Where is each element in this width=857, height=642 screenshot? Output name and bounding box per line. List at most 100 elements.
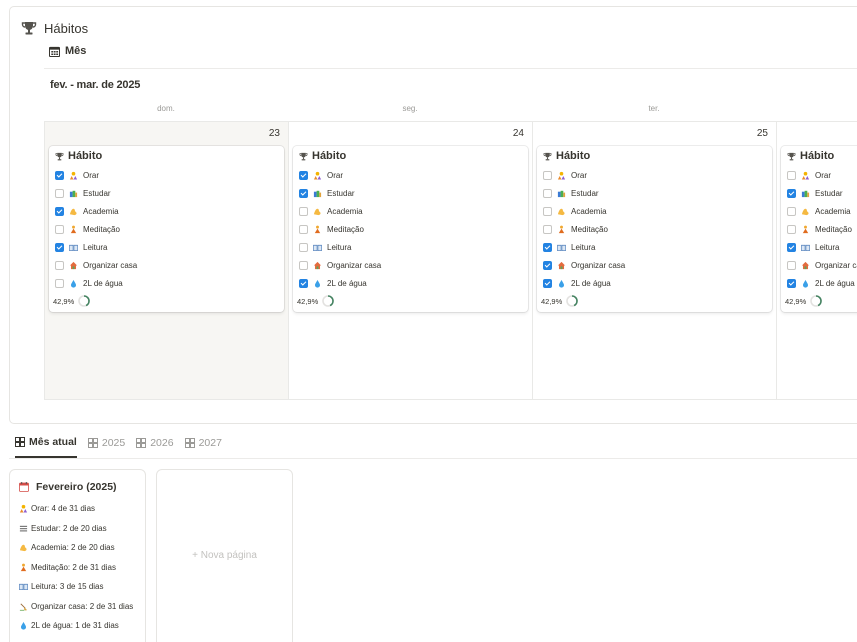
bookshelf-icon bbox=[19, 525, 28, 531]
calendar-month-label: fev. - mar. de 2025 bbox=[50, 79, 141, 91]
gallery-card-month[interactable]: Fevereiro (2025) Orar: 4 de 31 dias Estud… bbox=[9, 469, 146, 642]
habit-checkbox[interactable] bbox=[787, 188, 796, 198]
habit-label: Meditação bbox=[327, 224, 364, 234]
calendar-icon bbox=[49, 46, 60, 57]
habit-checkbox[interactable] bbox=[543, 188, 552, 198]
calendar-day-cell[interactable]: 23 Hábito Orar Estudar Academia Meditação Leit… bbox=[44, 121, 288, 400]
new-page-button[interactable]: + Nova página bbox=[157, 550, 292, 561]
habit-label: Academia bbox=[83, 206, 119, 216]
habit-checkbox[interactable] bbox=[787, 260, 796, 270]
tab-2025[interactable]: 2025 bbox=[87, 436, 126, 458]
tab-mes-atual[interactable]: Mês atual bbox=[15, 436, 77, 458]
habit-row: Estudar bbox=[543, 186, 599, 200]
habit-card-title-text: Hábito bbox=[800, 150, 835, 162]
habit-checkbox[interactable] bbox=[787, 278, 796, 288]
open-book-icon bbox=[69, 244, 78, 251]
habit-checkbox[interactable] bbox=[55, 188, 64, 198]
tab-label: 2026 bbox=[150, 437, 174, 449]
summary-line: Meditação: 2 de 31 dias bbox=[19, 563, 116, 572]
habit-label: Academia bbox=[571, 206, 607, 216]
habit-checkbox[interactable] bbox=[787, 242, 796, 252]
habit-checkbox[interactable] bbox=[55, 170, 64, 180]
new-page-card[interactable]: + Nova página bbox=[156, 469, 293, 642]
tab-label: 2025 bbox=[101, 437, 126, 449]
habit-checkbox[interactable] bbox=[299, 278, 308, 288]
habit-checkbox[interactable] bbox=[787, 170, 796, 180]
gallery-icon bbox=[136, 438, 147, 448]
habit-checkbox[interactable] bbox=[543, 224, 552, 234]
water-drop-icon bbox=[20, 621, 27, 630]
habit-checkbox[interactable] bbox=[299, 206, 308, 216]
habit-checkbox[interactable] bbox=[299, 224, 308, 234]
habit-label: Estudar bbox=[571, 188, 599, 198]
gallery-icon bbox=[15, 437, 25, 447]
habit-row: Orar bbox=[55, 168, 99, 182]
habit-card[interactable]: Hábito Orar Estudar Academia Meditação Leitur… bbox=[49, 146, 284, 312]
broom-icon bbox=[19, 602, 28, 611]
habit-card[interactable]: Hábito Orar Estudar Academia Meditação Leitur… bbox=[293, 146, 528, 312]
habit-checkbox[interactable] bbox=[543, 206, 552, 216]
habit-label: Estudar bbox=[327, 188, 355, 198]
habit-row: Meditação bbox=[55, 222, 120, 236]
summary-line-text: Estudar: 2 de 20 dias bbox=[31, 523, 107, 533]
calendar-day-cell[interactable]: 24 Hábito Orar Estudar Academia Meditação Leit… bbox=[288, 121, 532, 400]
habit-card[interactable]: Hábito Orar Estudar Academia Meditação Leitur… bbox=[537, 146, 772, 312]
habit-checkbox[interactable] bbox=[299, 188, 308, 198]
habit-row: Orar bbox=[299, 168, 343, 182]
habit-row: Academia bbox=[55, 204, 119, 218]
open-book-icon bbox=[557, 244, 566, 251]
calendar-day-cell[interactable]: 25 Hábito Orar Estudar Academia Meditação Leit… bbox=[532, 121, 776, 400]
habit-checkbox[interactable] bbox=[543, 278, 552, 288]
habit-checkbox[interactable] bbox=[787, 206, 796, 216]
summary-line-text: 2L de água: 1 de 31 dias bbox=[31, 621, 119, 630]
habit-checkbox[interactable] bbox=[55, 224, 64, 234]
flexed-biceps-icon bbox=[313, 208, 321, 215]
habit-progress: 42,9% bbox=[541, 295, 579, 307]
habit-checkbox[interactable] bbox=[55, 260, 64, 270]
tab-2026[interactable]: 2026 bbox=[136, 436, 174, 458]
praying-people-icon bbox=[313, 171, 322, 180]
habit-row: Estudar bbox=[787, 186, 843, 200]
habit-checkbox[interactable] bbox=[55, 242, 64, 252]
progress-text: 42,9% bbox=[53, 296, 75, 306]
habit-label: 2L de água bbox=[571, 278, 611, 288]
gallery-icon bbox=[184, 438, 195, 448]
habit-checkbox[interactable] bbox=[543, 170, 552, 180]
day-number: 25 bbox=[756, 128, 768, 139]
summary-line-text: Academia: 2 de 20 dias bbox=[31, 543, 115, 552]
habit-checkbox[interactable] bbox=[543, 260, 552, 270]
habit-row: Meditação bbox=[299, 222, 364, 236]
habit-checkbox[interactable] bbox=[299, 242, 308, 252]
habit-label: Academia bbox=[327, 206, 363, 216]
tab-label: 2027 bbox=[198, 437, 222, 449]
habit-checkbox[interactable] bbox=[299, 260, 308, 270]
habit-checkbox[interactable] bbox=[299, 170, 308, 180]
habit-label: Organizar casa bbox=[571, 260, 626, 270]
habit-row: Organizar casa bbox=[55, 258, 137, 272]
habit-checkbox[interactable] bbox=[543, 242, 552, 252]
trophy-icon bbox=[55, 152, 64, 160]
database-title[interactable]: Hábitos bbox=[44, 21, 88, 36]
divider bbox=[9, 458, 857, 459]
habit-row: Estudar bbox=[299, 186, 355, 200]
habit-label: Estudar bbox=[815, 188, 843, 198]
habit-progress: 42,9% bbox=[785, 295, 823, 307]
view-tab-month[interactable]: Mês bbox=[49, 45, 86, 57]
tab-2027[interactable]: 2027 bbox=[184, 436, 222, 458]
open-book-icon bbox=[801, 244, 810, 251]
meditation-icon bbox=[314, 225, 321, 233]
habit-checkbox[interactable] bbox=[787, 224, 796, 234]
meditation-icon bbox=[70, 225, 77, 233]
habit-label: 2L de água bbox=[815, 278, 855, 288]
habit-row: 2L de água bbox=[299, 276, 367, 290]
praying-people-icon bbox=[19, 504, 28, 513]
habit-checkbox[interactable] bbox=[55, 206, 64, 216]
water-drop-icon bbox=[802, 279, 809, 288]
calendar-day-cell[interactable]: 26HábitoOrarEstudarAcademiaMeditaçãoLeit… bbox=[776, 121, 857, 400]
habit-row: Leitura bbox=[543, 240, 595, 254]
calendar-database-block: Hábitos Mês fev. - mar. de 2025 dom. seg… bbox=[9, 6, 857, 424]
habit-checkbox[interactable] bbox=[55, 278, 64, 288]
habit-row: Academia bbox=[787, 204, 851, 218]
praying-people-icon bbox=[69, 171, 78, 180]
habit-card[interactable]: Hábito Orar Estudar Academia Meditação Leitur… bbox=[781, 146, 857, 312]
